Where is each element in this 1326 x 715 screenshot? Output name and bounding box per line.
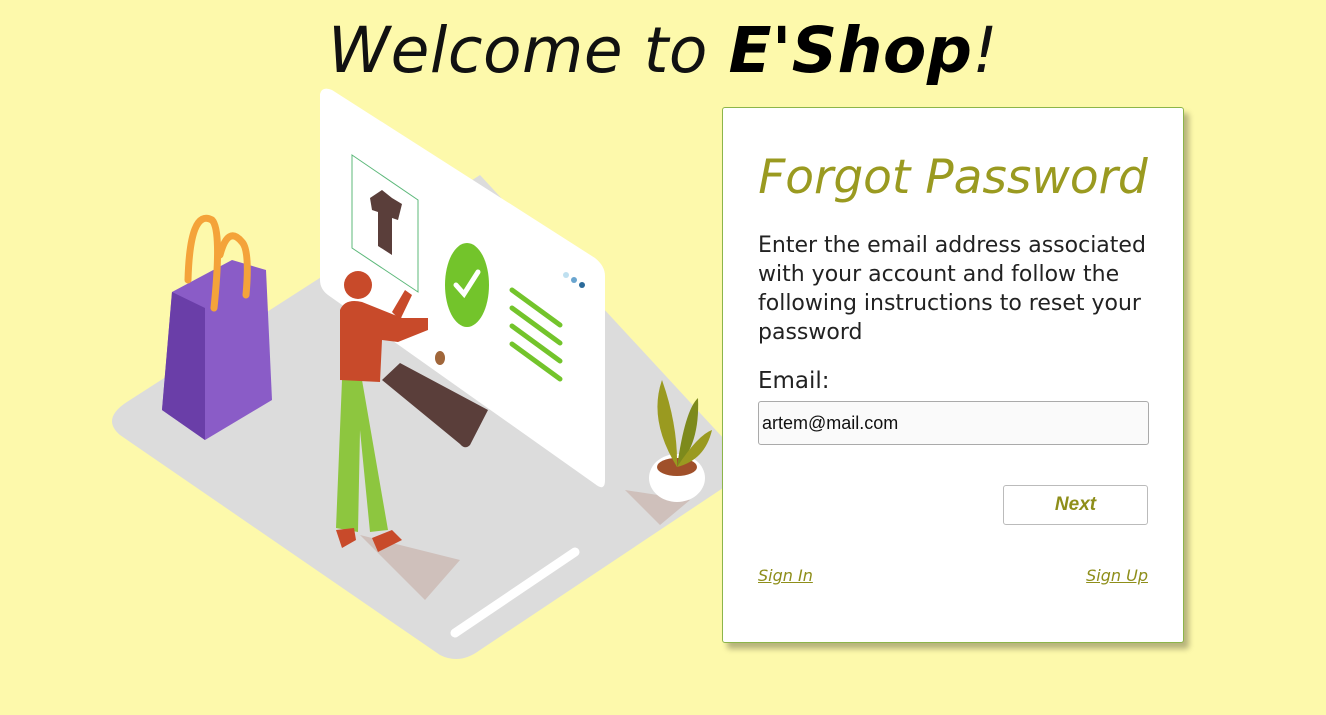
form-title: Forgot Password	[758, 150, 1148, 205]
forgot-password-card: Forgot Password Enter the email address …	[722, 107, 1184, 643]
sign-up-link[interactable]: Sign Up	[1086, 566, 1148, 585]
checkmark-icon	[445, 243, 489, 327]
dot-1	[563, 272, 569, 278]
mouse	[435, 351, 445, 365]
shopping-illustration	[112, 88, 737, 659]
form-description: Enter the email address associated with …	[758, 233, 1146, 345]
next-button[interactable]: Next	[1003, 485, 1148, 525]
page-title: Welcome to E'Shop!	[0, 14, 1326, 87]
email-field[interactable]	[758, 401, 1149, 445]
dot-2	[571, 277, 577, 283]
next-row: Next	[758, 485, 1148, 525]
sign-in-link[interactable]: Sign In	[758, 566, 813, 585]
brand-name: E'Shop	[728, 14, 973, 87]
title-suffix: !	[972, 14, 999, 87]
dot-3	[579, 282, 585, 288]
shopping-bag-icon	[162, 214, 272, 440]
email-label: Email:	[758, 368, 830, 394]
title-prefix: Welcome to	[327, 14, 729, 87]
auth-links: Sign In Sign Up	[758, 566, 1148, 585]
